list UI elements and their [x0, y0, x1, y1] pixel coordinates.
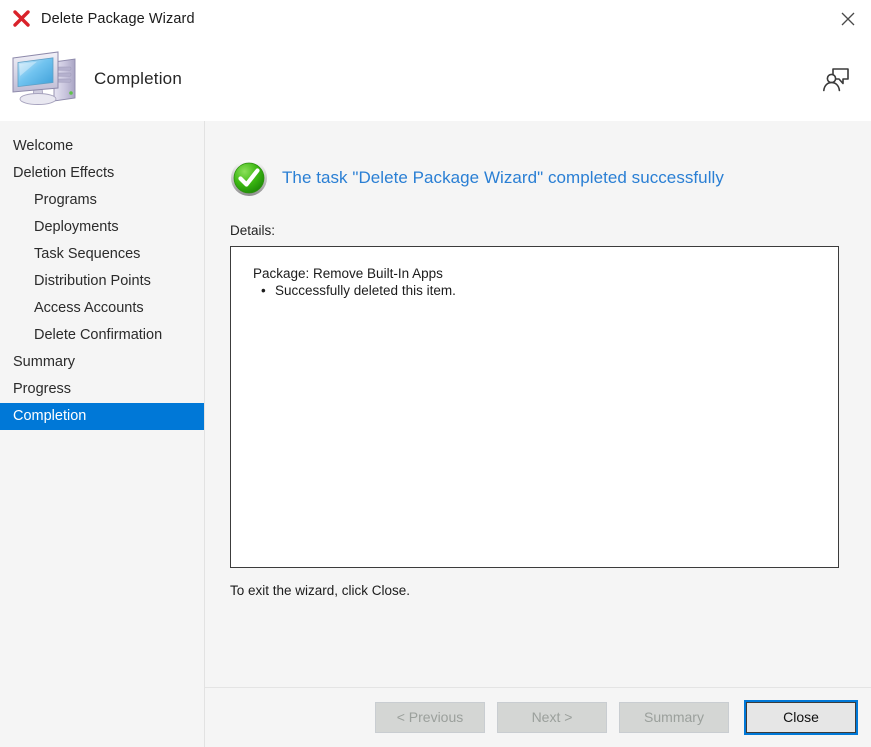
delete-package-wizard-window: Delete Package Wizard Completion Welcome… [0, 0, 871, 747]
details-package-line: Package: Remove Built-In Apps [253, 266, 443, 281]
page-title: Completion [94, 69, 182, 88]
sidebar-item-summary[interactable]: Summary [0, 349, 204, 376]
sidebar-item-distribution-points[interactable]: Distribution Points [0, 268, 204, 295]
sidebar-item-access-accounts[interactable]: Access Accounts [0, 295, 204, 322]
sidebar-item-task-sequences[interactable]: Task Sequences [0, 241, 204, 268]
wizard-content: The task "Delete Package Wizard" complet… [205, 121, 871, 747]
wizard-footer: < Previous Next > Summary Close [205, 687, 871, 747]
wizard-header: Completion [0, 37, 871, 121]
status-row: The task "Delete Package Wizard" complet… [230, 159, 839, 197]
sidebar-item-completion[interactable]: Completion [0, 403, 204, 430]
sidebar-item-welcome[interactable]: Welcome [0, 133, 204, 160]
details-output-box[interactable]: Package: Remove Built-In Apps Successful… [230, 246, 839, 568]
window-title: Delete Package Wizard [41, 10, 195, 27]
status-message: The task "Delete Package Wizard" complet… [282, 168, 724, 187]
sidebar-item-progress[interactable]: Progress [0, 376, 204, 403]
wizard-body: Welcome Deletion Effects Programs Deploy… [0, 121, 871, 747]
summary-button[interactable]: Summary [619, 702, 729, 733]
red-x-icon [11, 8, 33, 30]
close-button[interactable]: Close [744, 700, 858, 735]
computer-icon [10, 48, 82, 110]
wizard-step-nav: Welcome Deletion Effects Programs Deploy… [0, 121, 205, 747]
title-bar: Delete Package Wizard [0, 0, 871, 37]
sidebar-item-delete-confirmation[interactable]: Delete Confirmation [0, 322, 204, 349]
feedback-person-icon[interactable] [819, 62, 853, 96]
green-check-circle-icon [230, 159, 268, 197]
exit-instruction: To exit the wizard, click Close. [230, 583, 411, 598]
close-icon[interactable] [825, 0, 871, 37]
sidebar-item-deletion-effects[interactable]: Deletion Effects [0, 160, 204, 187]
sidebar-item-programs[interactable]: Programs [0, 187, 204, 214]
completion-panel: The task "Delete Package Wizard" complet… [205, 121, 871, 687]
previous-button[interactable]: < Previous [375, 702, 485, 733]
details-label: Details: [230, 223, 276, 238]
next-button[interactable]: Next > [497, 702, 607, 733]
sidebar-item-deployments[interactable]: Deployments [0, 214, 204, 241]
details-bullet: Successfully deleted this item. [253, 282, 822, 299]
